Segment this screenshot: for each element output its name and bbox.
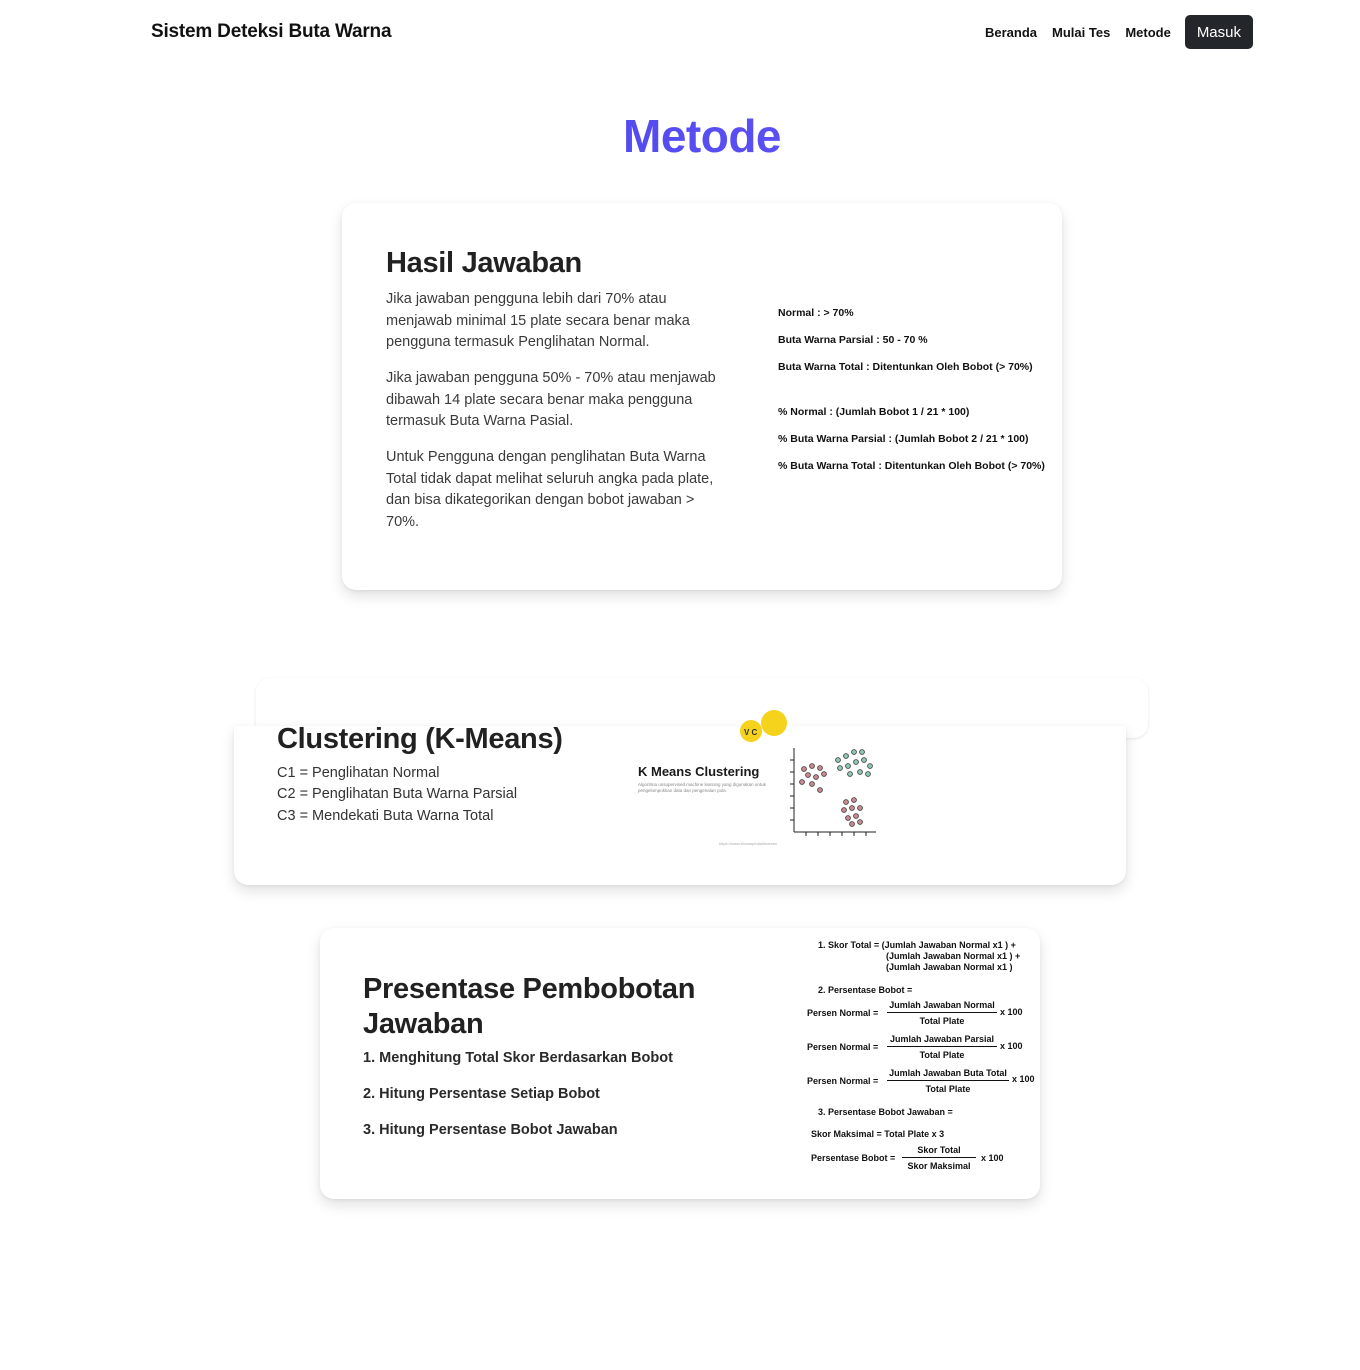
kmeans-point — [857, 819, 863, 825]
fraction-skor-den: Skor Maksimal — [907, 1161, 971, 1171]
hasil-jawaban-title: Hasil Jawaban — [386, 247, 582, 279]
kmeans-point — [799, 779, 805, 785]
kmeans-point — [847, 771, 853, 777]
pembobotan-step-1: 1. Menghitung Total Skor Berdasarkan Bob… — [363, 1050, 673, 1066]
kmeans-point — [849, 805, 855, 811]
rule-normal: Normal : > 70% — [778, 307, 854, 319]
rule-percent-normal: % Normal : (Jumlah Bobot 1 / 21 * 100) — [778, 406, 970, 418]
kmeans-point — [859, 749, 865, 755]
formula-persentase-bobot-jawaban: 3. Persentase Bobot Jawaban = — [818, 1107, 953, 1117]
fraction-parsial: Jumlah Jawaban Parsial Total Plate — [887, 1034, 997, 1060]
clustering-card: Clustering (K-Means) C1 = Penglihatan No… — [234, 710, 1126, 885]
fraction-parsial-num: Jumlah Jawaban Parsial — [887, 1034, 997, 1047]
kmeans-point — [835, 757, 841, 763]
kmeans-point — [865, 771, 871, 777]
login-button[interactable]: Masuk — [1184, 15, 1253, 49]
formula-x100-4: x 100 — [981, 1153, 1004, 1163]
nav-metode[interactable]: Metode — [1125, 25, 1171, 40]
kmeans-point — [845, 815, 851, 821]
cluster-item-c3: C3 = Mendekati Buta Warna Total — [277, 808, 494, 824]
rule-percent-total: % Buta Warna Total : Ditentunkan Oleh Bo… — [778, 460, 1045, 472]
pembobotan-step-3: 3. Hitung Persentase Bobot Jawaban — [363, 1122, 618, 1138]
kmeans-url: https://www.trivusspedia/knames — [719, 841, 777, 846]
formula-persen-total-label: Persen Normal = — [807, 1076, 879, 1086]
kmeans-point — [817, 787, 823, 793]
formula-x100-1: x 100 — [1000, 1007, 1023, 1017]
fraction-skor: Skor Total Skor Maksimal — [902, 1145, 976, 1171]
pembobotan-title: Presentase Pembobotan Jawaban — [363, 973, 696, 1040]
hasil-jawaban-card: Hasil Jawaban Jika jawaban pengguna lebi… — [342, 203, 1062, 590]
brand-title[interactable]: Sistem Deteksi Buta Warna — [151, 21, 392, 43]
kmeans-point — [843, 799, 849, 805]
formula-persentase-bobot: 2. Persentase Bobot = — [818, 985, 913, 995]
kmeans-point — [853, 813, 859, 819]
formula-persen-parsial-label: Persen Normal = — [807, 1042, 879, 1052]
formula-x100-3: x 100 — [1012, 1074, 1035, 1084]
kmeans-point — [821, 771, 827, 777]
page-title: Metode — [0, 109, 1360, 163]
formula-x100-2: x 100 — [1000, 1041, 1023, 1051]
formula-skor-maksimal: Skor Maksimal = Total Plate x 3 — [811, 1129, 945, 1139]
kmeans-caption: Algoritma unsupervised machine learning … — [638, 782, 766, 793]
formula-skor-total-line3: (Jumlah Jawaban Normal x1 ) — [886, 962, 1013, 972]
kmeans-point — [817, 765, 823, 771]
nav-mulai-tes[interactable]: Mulai Tes — [1052, 25, 1110, 40]
formula-skor-total: 1. Skor Total = (Jumlah Jawaban Normal x… — [818, 940, 1016, 950]
kmeans-points — [799, 749, 873, 827]
formula-persentase-bobot-label: Persentase Bobot = — [811, 1153, 896, 1163]
kmeans-point — [857, 769, 863, 775]
fraction-total-num: Jumlah Jawaban Buta Total — [887, 1068, 1009, 1081]
kmeans-point — [845, 763, 851, 769]
kmeans-point — [841, 807, 847, 813]
fraction-parsial-den: Total Plate — [919, 1050, 965, 1060]
kmeans-heading: K Means Clustering — [638, 764, 759, 779]
rule-parsial: Buta Warna Parsial : 50 - 70 % — [778, 334, 928, 346]
kmeans-point — [849, 821, 855, 827]
kmeans-point — [805, 772, 811, 778]
badge-label: V C — [744, 728, 758, 737]
badge-icon — [740, 710, 787, 742]
kmeans-point — [861, 757, 867, 763]
rule-percent-parsial: % Buta Warna Parsial : (Jumlah Bobot 2 /… — [778, 433, 1029, 445]
fraction-skor-num: Skor Total — [902, 1145, 976, 1158]
rule-total: Buta Warna Total : Ditentunkan Oleh Bobo… — [778, 361, 1033, 373]
kmeans-point — [853, 759, 859, 765]
pembobotan-step-2: 2. Hitung Persentase Setiap Bobot — [363, 1086, 600, 1102]
kmeans-point — [851, 797, 857, 803]
kmeans-point — [857, 805, 863, 811]
kmeans-point — [843, 753, 849, 759]
fraction-normal: Jumlah Jawaban Normal Total Plate — [887, 1000, 997, 1026]
cluster-item-c2: C2 = Penglihatan Buta Warna Parsial — [277, 786, 518, 802]
kmeans-point — [813, 774, 819, 780]
fraction-total: Jumlah Jawaban Buta Total Total Plate — [887, 1068, 1009, 1094]
kmeans-point — [867, 763, 873, 769]
kmeans-point — [851, 749, 857, 755]
formula-persen-normal-label: Persen Normal = — [807, 1008, 879, 1018]
fraction-total-den: Total Plate — [925, 1084, 971, 1094]
kmeans-illustration: V C K Means Clustering Algoritma unsuper… — [638, 710, 876, 846]
kmeans-point — [837, 765, 843, 771]
cluster-item-c1: C1 = Penglihatan Normal — [277, 765, 440, 781]
top-nav: Beranda Mulai Tes Metode Masuk — [985, 15, 1253, 49]
kmeans-point — [809, 763, 815, 769]
pembobotan-card: Presentase Pembobotan Jawaban 1. Menghit… — [320, 928, 1040, 1199]
hasil-paragraph-normal: Jika jawaban pengguna lebih dari 70% ata… — [386, 291, 690, 351]
formula-skor-total-line2: (Jumlah Jawaban Normal x1 ) + — [886, 951, 1021, 961]
nav-beranda[interactable]: Beranda — [985, 25, 1037, 40]
fraction-normal-num: Jumlah Jawaban Normal — [887, 1000, 997, 1013]
kmeans-point — [801, 766, 807, 772]
clustering-title: Clustering (K-Means) — [277, 723, 563, 755]
hasil-paragraph-total: Untuk Pengguna dengan penglihatan Buta W… — [386, 449, 714, 531]
fraction-normal-den: Total Plate — [919, 1016, 965, 1026]
hasil-paragraph-parsial: Jika jawaban pengguna 50% - 70% atau men… — [386, 370, 716, 430]
kmeans-point — [809, 781, 815, 787]
